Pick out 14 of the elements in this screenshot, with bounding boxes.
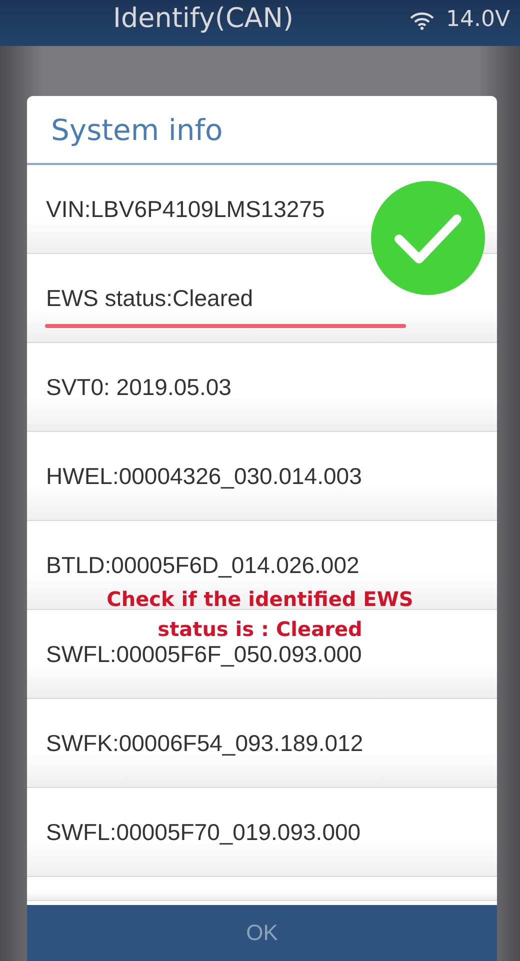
ok-button[interactable]: OK [27, 905, 497, 961]
info-text: HWEL:00004326_030.014.003 [46, 462, 362, 490]
voltage-reading: 14.0V [446, 7, 510, 32]
caption-text: status is : Cleared [158, 616, 362, 643]
info-text: BTLD:00005F6D_014.026.002 [46, 552, 360, 578]
info-text: EWS status:Cleared [46, 284, 254, 312]
info-text: VIN:LBV6P4109LMS13275 [46, 196, 325, 222]
caption-text: Check if the identified EWS [106, 586, 414, 613]
info-text: SWFL:00005F6F_050.093.000 [46, 640, 362, 668]
wifi-icon [410, 12, 434, 30]
info-text: SVT0: 2019.05.03 [46, 374, 232, 400]
screen-title: Identify(CAN) [113, 3, 294, 34]
info-text: SWFK:00006F54_093.189.012 [46, 730, 364, 756]
info-text: SWFL:00005F70_019.093.000 [46, 818, 361, 846]
